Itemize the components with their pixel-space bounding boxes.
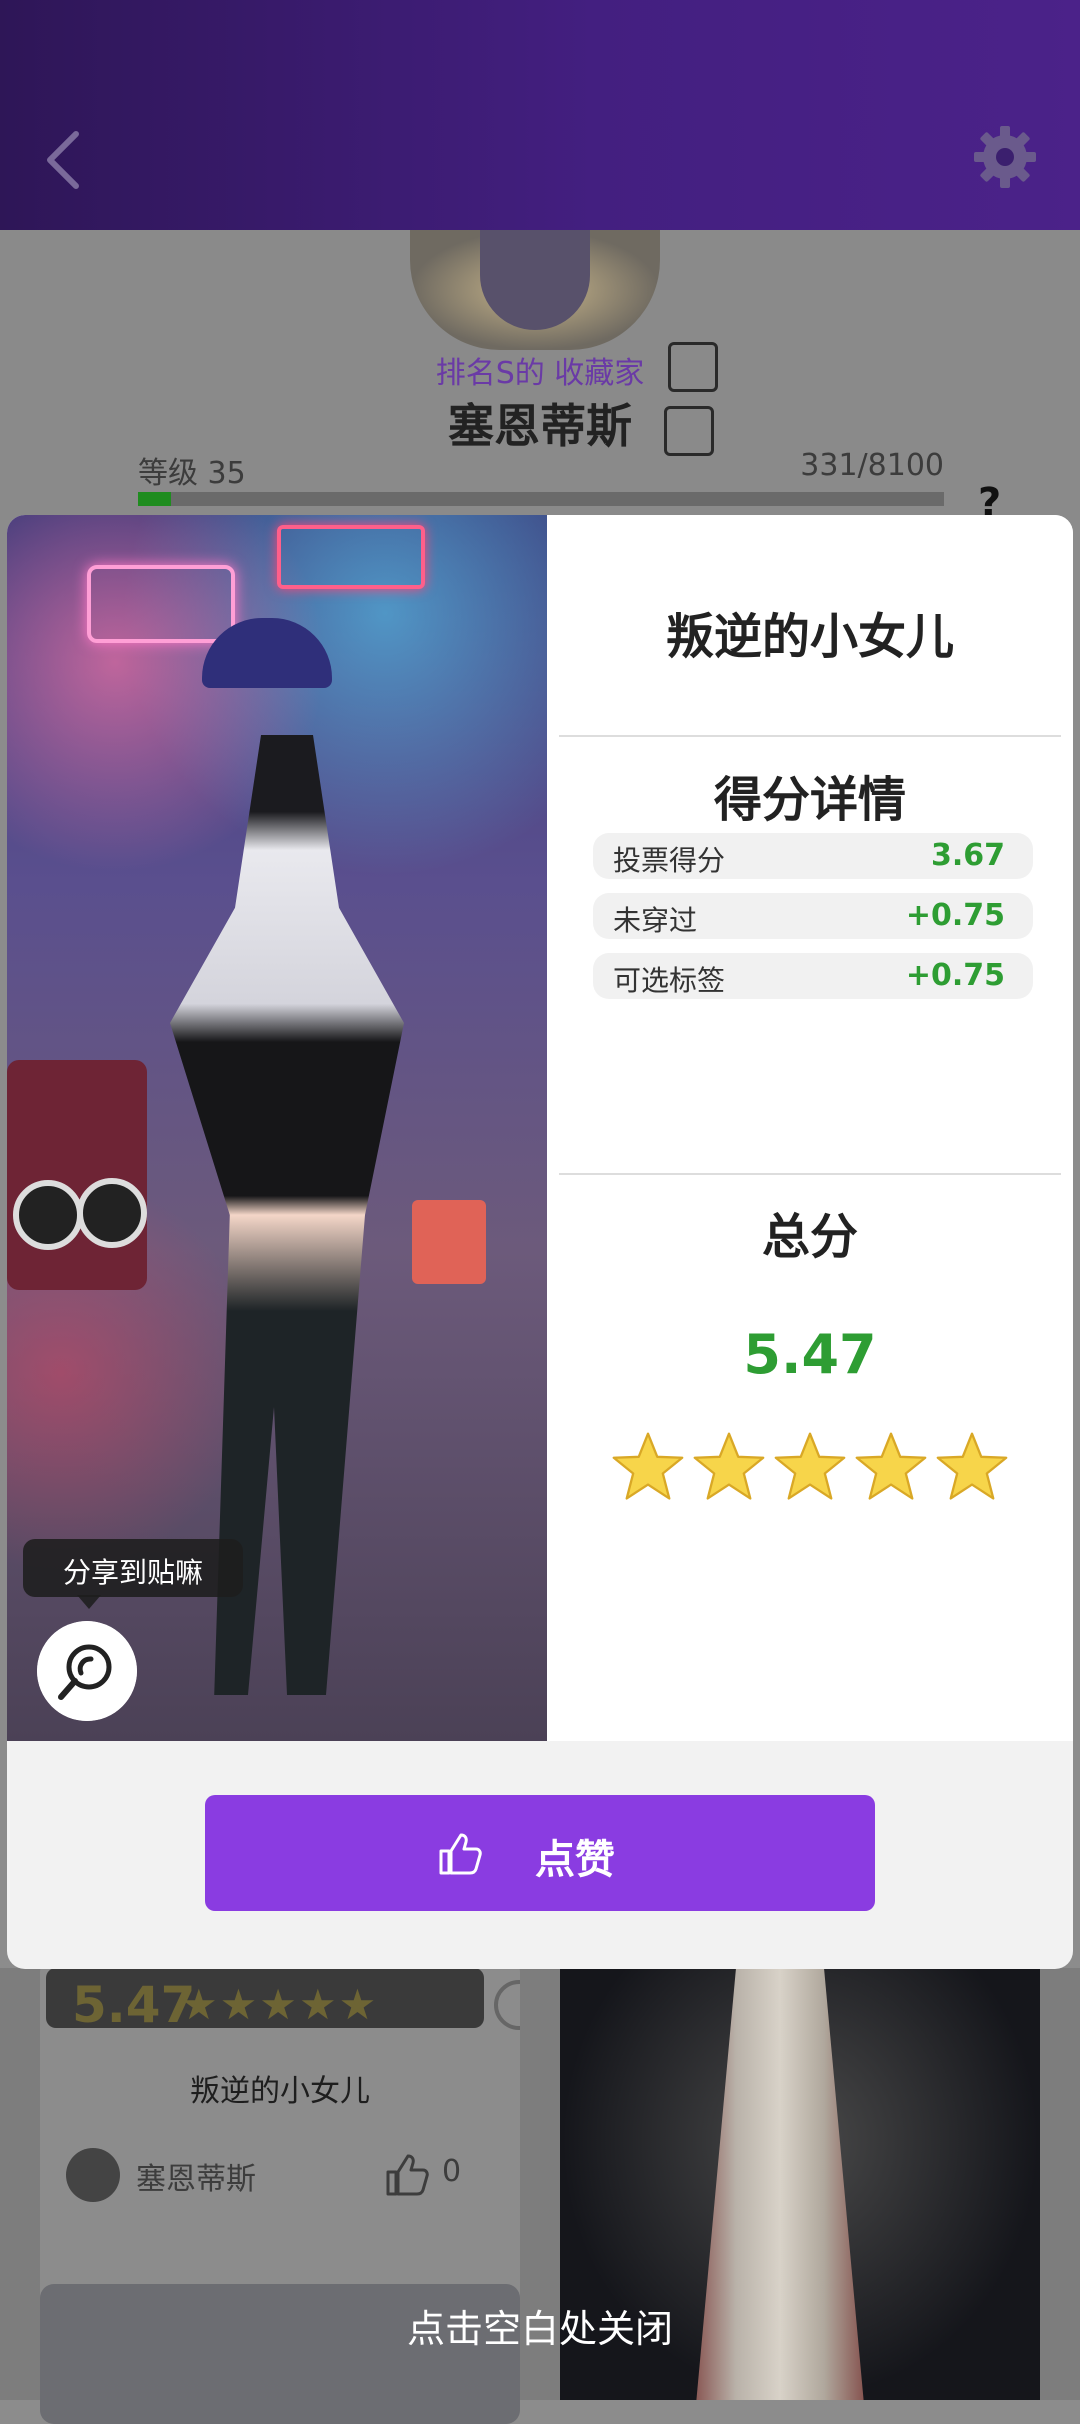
- card-title: 叛逆的小女儿: [190, 2074, 370, 2109]
- divider: [559, 735, 1061, 737]
- card-score: 5.47: [72, 1976, 196, 2034]
- share-tooltip-text: 分享到贴嘛: [62, 1556, 203, 1589]
- handbag-illustration: [412, 1200, 486, 1284]
- player-name: 塞恩蒂斯: [448, 399, 632, 453]
- score-panel: 叛逆的小女儿 得分详情 投票得分 3.67 未穿过 +0.75 可选标签 +0.…: [547, 515, 1073, 1741]
- total-score: 5.47: [743, 1323, 877, 1386]
- share-button[interactable]: [37, 1621, 137, 1721]
- card-like-count: 0: [442, 2154, 462, 2189]
- score-row: 可选标签 +0.75: [593, 953, 1033, 999]
- neon-sign: [87, 565, 235, 643]
- exp-progress-bar: [138, 492, 944, 506]
- like-button[interactable]: 点赞: [205, 1795, 875, 1911]
- score-label: 投票得分: [613, 844, 726, 877]
- share-tooltip: 分享到贴嘛: [23, 1539, 243, 1597]
- star-rating: [611, 1430, 1021, 1510]
- exp-progress-fill: [138, 492, 171, 506]
- edit-rank-icon[interactable]: [668, 342, 718, 392]
- total-title: 总分: [761, 1209, 858, 1265]
- star-icon: [936, 1432, 1008, 1500]
- star-icon: [855, 1432, 927, 1500]
- score-modal: 分享到贴嘛 叛逆的小女儿 得分详情 投票得分 3.67 未穿过 +0.75 可选…: [7, 515, 1073, 1969]
- rank-text: 排名S的 收藏家: [435, 356, 645, 391]
- exp-text: 331/8100: [800, 448, 944, 483]
- score-label: 未穿过: [613, 904, 698, 937]
- details-title: 得分详情: [713, 772, 906, 828]
- star-icon: [612, 1432, 684, 1500]
- share-tooltip-arrow: [77, 1595, 101, 1609]
- author-avatar: [66, 2148, 120, 2202]
- outfit-title: 叛逆的小女儿: [665, 609, 954, 665]
- speaker: [13, 1180, 83, 1250]
- score-value: 3.67: [930, 838, 1005, 873]
- card-stars: ★★★★★: [180, 1980, 379, 2029]
- speaker: [77, 1178, 147, 1248]
- top-bar: [0, 0, 1080, 230]
- thumbs-up-icon[interactable]: [382, 2150, 432, 2200]
- profile-section: 排名S的 收藏家 塞恩蒂斯 等级 35 331/8100 ?: [0, 230, 1080, 526]
- card-author: 塞恩蒂斯: [136, 2162, 256, 2197]
- star-icon: [693, 1432, 765, 1500]
- score-row: 未穿过 +0.75: [593, 893, 1033, 939]
- back-button[interactable]: [36, 120, 96, 200]
- divider: [559, 1173, 1061, 1175]
- score-row: 投票得分 3.67: [593, 833, 1033, 879]
- star-icon: [774, 1432, 846, 1500]
- search-icon[interactable]: [494, 1980, 520, 2030]
- neon-sign: [277, 525, 425, 589]
- gear-icon[interactable]: [972, 124, 1038, 190]
- level-label: 等级 35: [138, 456, 246, 491]
- outfit-image: 分享到贴嘛: [7, 515, 547, 1741]
- score-value: +0.75: [905, 898, 1005, 933]
- close-hint[interactable]: 点击空白处关闭: [0, 2298, 1080, 2353]
- thumbs-up-icon: [439, 1833, 482, 1875]
- edit-name-icon[interactable]: [664, 406, 714, 456]
- like-button-label: 点赞: [535, 1837, 615, 1883]
- boombox-illustration: [7, 1060, 147, 1290]
- score-label: 可选标签: [613, 964, 726, 997]
- score-value: +0.75: [905, 958, 1005, 993]
